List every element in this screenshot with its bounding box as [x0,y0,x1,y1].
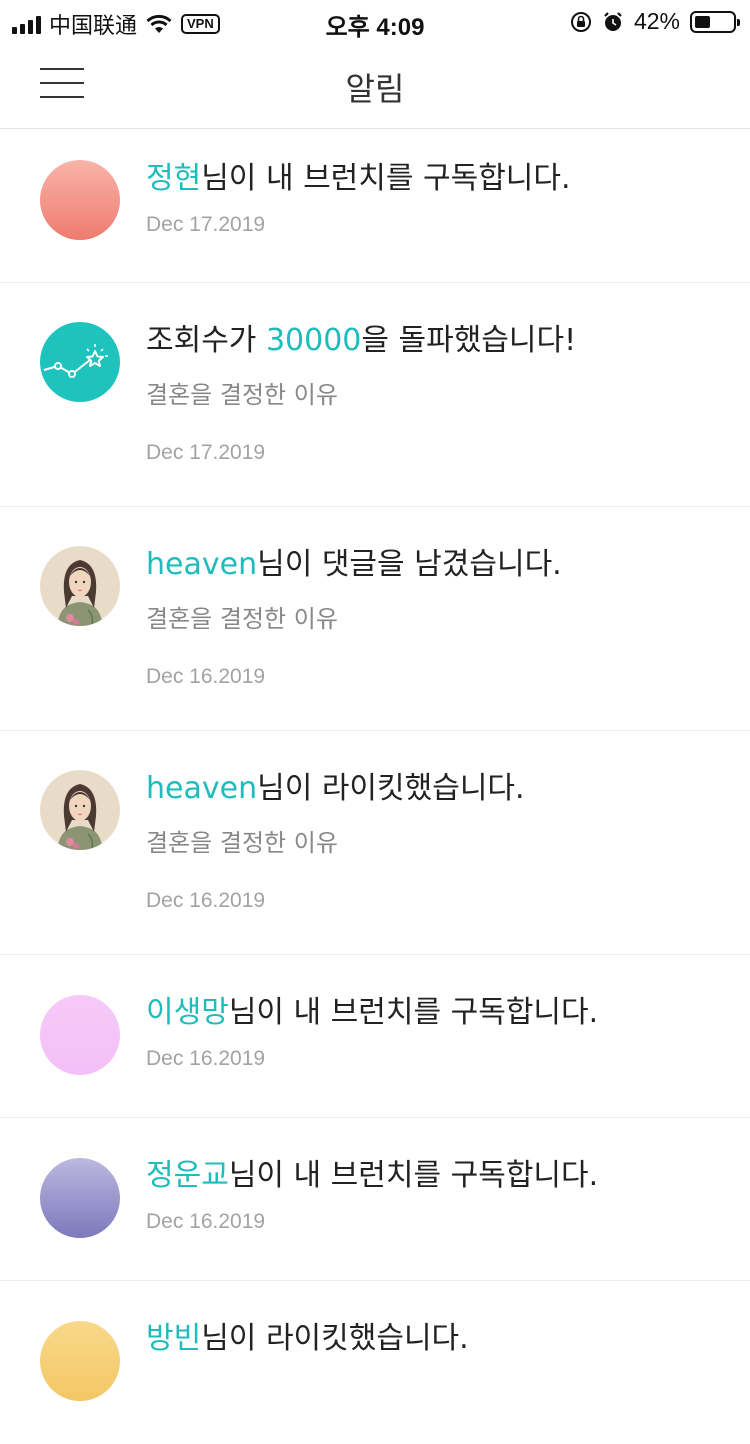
notification-message: 방빈님이 라이킷했습니다. [146,1319,730,1359]
battery-percent: 42% [633,8,680,34]
notification-date: Dec 17.2019 [146,213,266,236]
notification-message: heaven님이 라이킷했습니다. [146,769,730,809]
user-name-link[interactable]: 이생망 [146,995,229,1030]
article-title-link[interactable]: 결혼을 결정한 이유 [146,379,730,411]
notification-date: Dec 16.2019 [146,889,266,912]
page-title: 알림 [345,70,405,108]
avatar[interactable] [40,546,120,626]
notification-date: Dec 16.2019 [146,1210,266,1233]
notification-date: Dec 16.2019 [146,665,266,688]
notification-message: 이생망님이 내 브런치를 구독합니다. [146,993,730,1033]
status-right: 42% [570,8,740,35]
notification-item[interactable]: heaven님이 라이킷했습니다. 결혼을 결정한 이유 Dec 16.2019 [0,731,750,955]
avatar[interactable] [40,1321,120,1401]
message-text: 을 돌파했습니다! [361,323,577,358]
notification-message: 정운교님이 내 브런치를 구독합니다. [146,1156,730,1196]
gradient-avatar [40,1158,120,1238]
user-name-link[interactable]: 방빈 [146,1321,201,1356]
article-title-link[interactable]: 결혼을 결정한 이유 [146,603,730,635]
battery-icon [690,10,740,33]
gradient-avatar [40,1321,120,1401]
notification-item[interactable]: 방빈님이 라이킷했습니다. [0,1281,750,1444]
gradient-avatar [40,160,120,240]
nav-bar: 알림 [0,42,750,129]
user-name-link[interactable]: 정운교 [146,1158,229,1193]
message-prefix: 조회수가 [146,323,266,358]
avatar[interactable] [40,770,120,850]
user-name-link[interactable]: 정현 [146,161,201,196]
notification-item[interactable]: 정현님이 내 브런치를 구독합니다. Dec 17.2019 [0,129,750,283]
gradient-avatar [40,995,120,1075]
user-name-link[interactable]: heaven [146,547,257,582]
view-count: 30000 [265,323,362,358]
notification-date: Dec 17.2019 [146,441,266,464]
notification-list: 정현님이 내 브런치를 구독합니다. Dec 17.2019 조회수가 3000… [0,129,750,1444]
message-text: 님이 댓글을 남겼습니다. [257,547,562,582]
message-text: 님이 라이킷했습니다. [257,771,525,806]
avatar[interactable] [40,160,120,240]
notification-item[interactable]: 정운교님이 내 브런치를 구독합니다. Dec 16.2019 [0,1118,750,1281]
illustrated-woman-avatar [40,546,120,626]
article-title-link[interactable]: 결혼을 결정한 이유 [146,827,730,859]
illustrated-woman-avatar [40,770,120,850]
message-text: 님이 라이킷했습니다. [201,1321,469,1356]
notification-item[interactable]: heaven님이 댓글을 남겼습니다. 결혼을 결정한 이유 Dec 16.20… [0,507,750,731]
status-bar: 中国联通 VPN 오후 4:09 42% [0,0,750,42]
notification-message: 조회수가 30000을 돌파했습니다! [146,321,730,361]
avatar [40,322,120,402]
notification-item[interactable]: 조회수가 30000을 돌파했습니다! 결혼을 결정한 이유 Dec 17.20… [0,283,750,507]
avatar[interactable] [40,995,120,1075]
notification-message: 정현님이 내 브런치를 구독합니다. [146,159,730,199]
notification-date: Dec 16.2019 [146,1047,266,1070]
notification-item[interactable]: 이생망님이 내 브런치를 구독합니다. Dec 16.2019 [0,955,750,1118]
rotation-lock-icon [570,11,591,32]
message-text: 님이 내 브런치를 구독합니다. [201,161,571,196]
avatar[interactable] [40,1158,120,1238]
user-name-link[interactable]: heaven [146,771,257,806]
stats-star-icon [40,322,120,402]
battery-level [695,15,711,28]
message-text: 님이 내 브런치를 구독합니다. [228,1158,599,1193]
notification-message: heaven님이 댓글을 남겼습니다. [146,545,730,585]
alarm-icon [604,11,622,31]
message-text: 님이 내 브런치를 구독합니다. [228,995,599,1030]
